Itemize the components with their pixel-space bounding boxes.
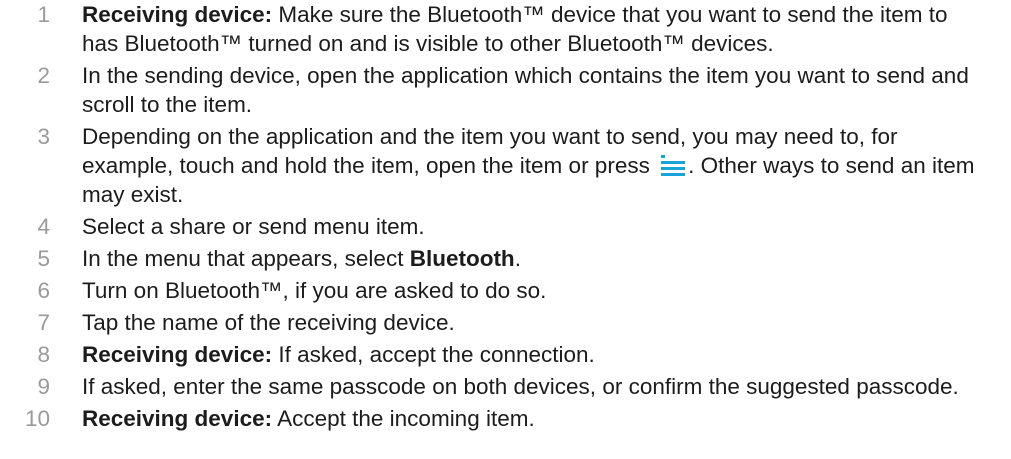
step-number: 8 xyxy=(37,342,50,367)
step-text: Select a share or send menu item. xyxy=(82,214,425,239)
step-number: 2 xyxy=(37,63,50,88)
step-body: If asked, accept the connection. xyxy=(272,342,595,367)
step-number: 9 xyxy=(37,374,50,399)
step-bold-label: Receiving device: xyxy=(82,2,273,27)
step-text: Receiving device: Make sure the Bluetoot… xyxy=(82,0,981,58)
step-bold-label: Receiving device: xyxy=(82,406,273,431)
step-number: 6 xyxy=(37,278,50,303)
step-bold-label: Receiving device: xyxy=(82,342,273,367)
step-body: In the menu that appears, select xyxy=(82,246,410,271)
step-4: 4 Select a share or send menu item. xyxy=(0,212,1011,241)
step-number: 3 xyxy=(37,124,50,149)
step-body-end: . xyxy=(514,246,521,271)
step-5: 5 In the menu that appears, select Bluet… xyxy=(0,244,1011,273)
step-number: 4 xyxy=(37,214,50,239)
step-bold-term: Bluetooth xyxy=(409,246,515,271)
step-text: Receiving device: Accept the incoming it… xyxy=(82,404,981,433)
step-number: 7 xyxy=(37,310,50,335)
step-2: 2 In the sending device, open the applic… xyxy=(0,61,1011,119)
step-6: 6 Turn on Bluetooth™, if you are asked t… xyxy=(0,276,1011,305)
step-number: 10 xyxy=(24,406,50,431)
step-10: 10 Receiving device: Accept the incoming… xyxy=(0,404,1011,433)
step-text: Depending on the application and the ite… xyxy=(82,122,981,209)
step-body: Accept the incoming item. xyxy=(272,406,535,431)
step-number: 1 xyxy=(37,2,50,27)
step-8: 8 Receiving device: If asked, accept the… xyxy=(0,340,1011,369)
step-1: 1 Receiving device: Make sure the Blueto… xyxy=(0,0,1011,58)
step-list: 1 Receiving device: Make sure the Blueto… xyxy=(0,0,1011,436)
step-3: 3 Depending on the application and the i… xyxy=(0,122,1011,209)
step-text: In the sending device, open the applicat… xyxy=(82,63,969,117)
step-9: 9 If asked, enter the same passcode on b… xyxy=(0,372,1011,401)
step-number: 5 xyxy=(37,246,50,271)
step-7: 7 Tap the name of the receiving device. xyxy=(0,308,1011,337)
step-text: Receiving device: If asked, accept the c… xyxy=(82,340,981,369)
step-text: In the menu that appears, select Bluetoo… xyxy=(82,244,981,273)
menu-icon xyxy=(660,154,686,176)
step-text: Tap the name of the receiving device. xyxy=(82,310,455,335)
step-text: If asked, enter the same passcode on bot… xyxy=(82,374,959,399)
step-text: Turn on Bluetooth™, if you are asked to … xyxy=(82,278,547,303)
